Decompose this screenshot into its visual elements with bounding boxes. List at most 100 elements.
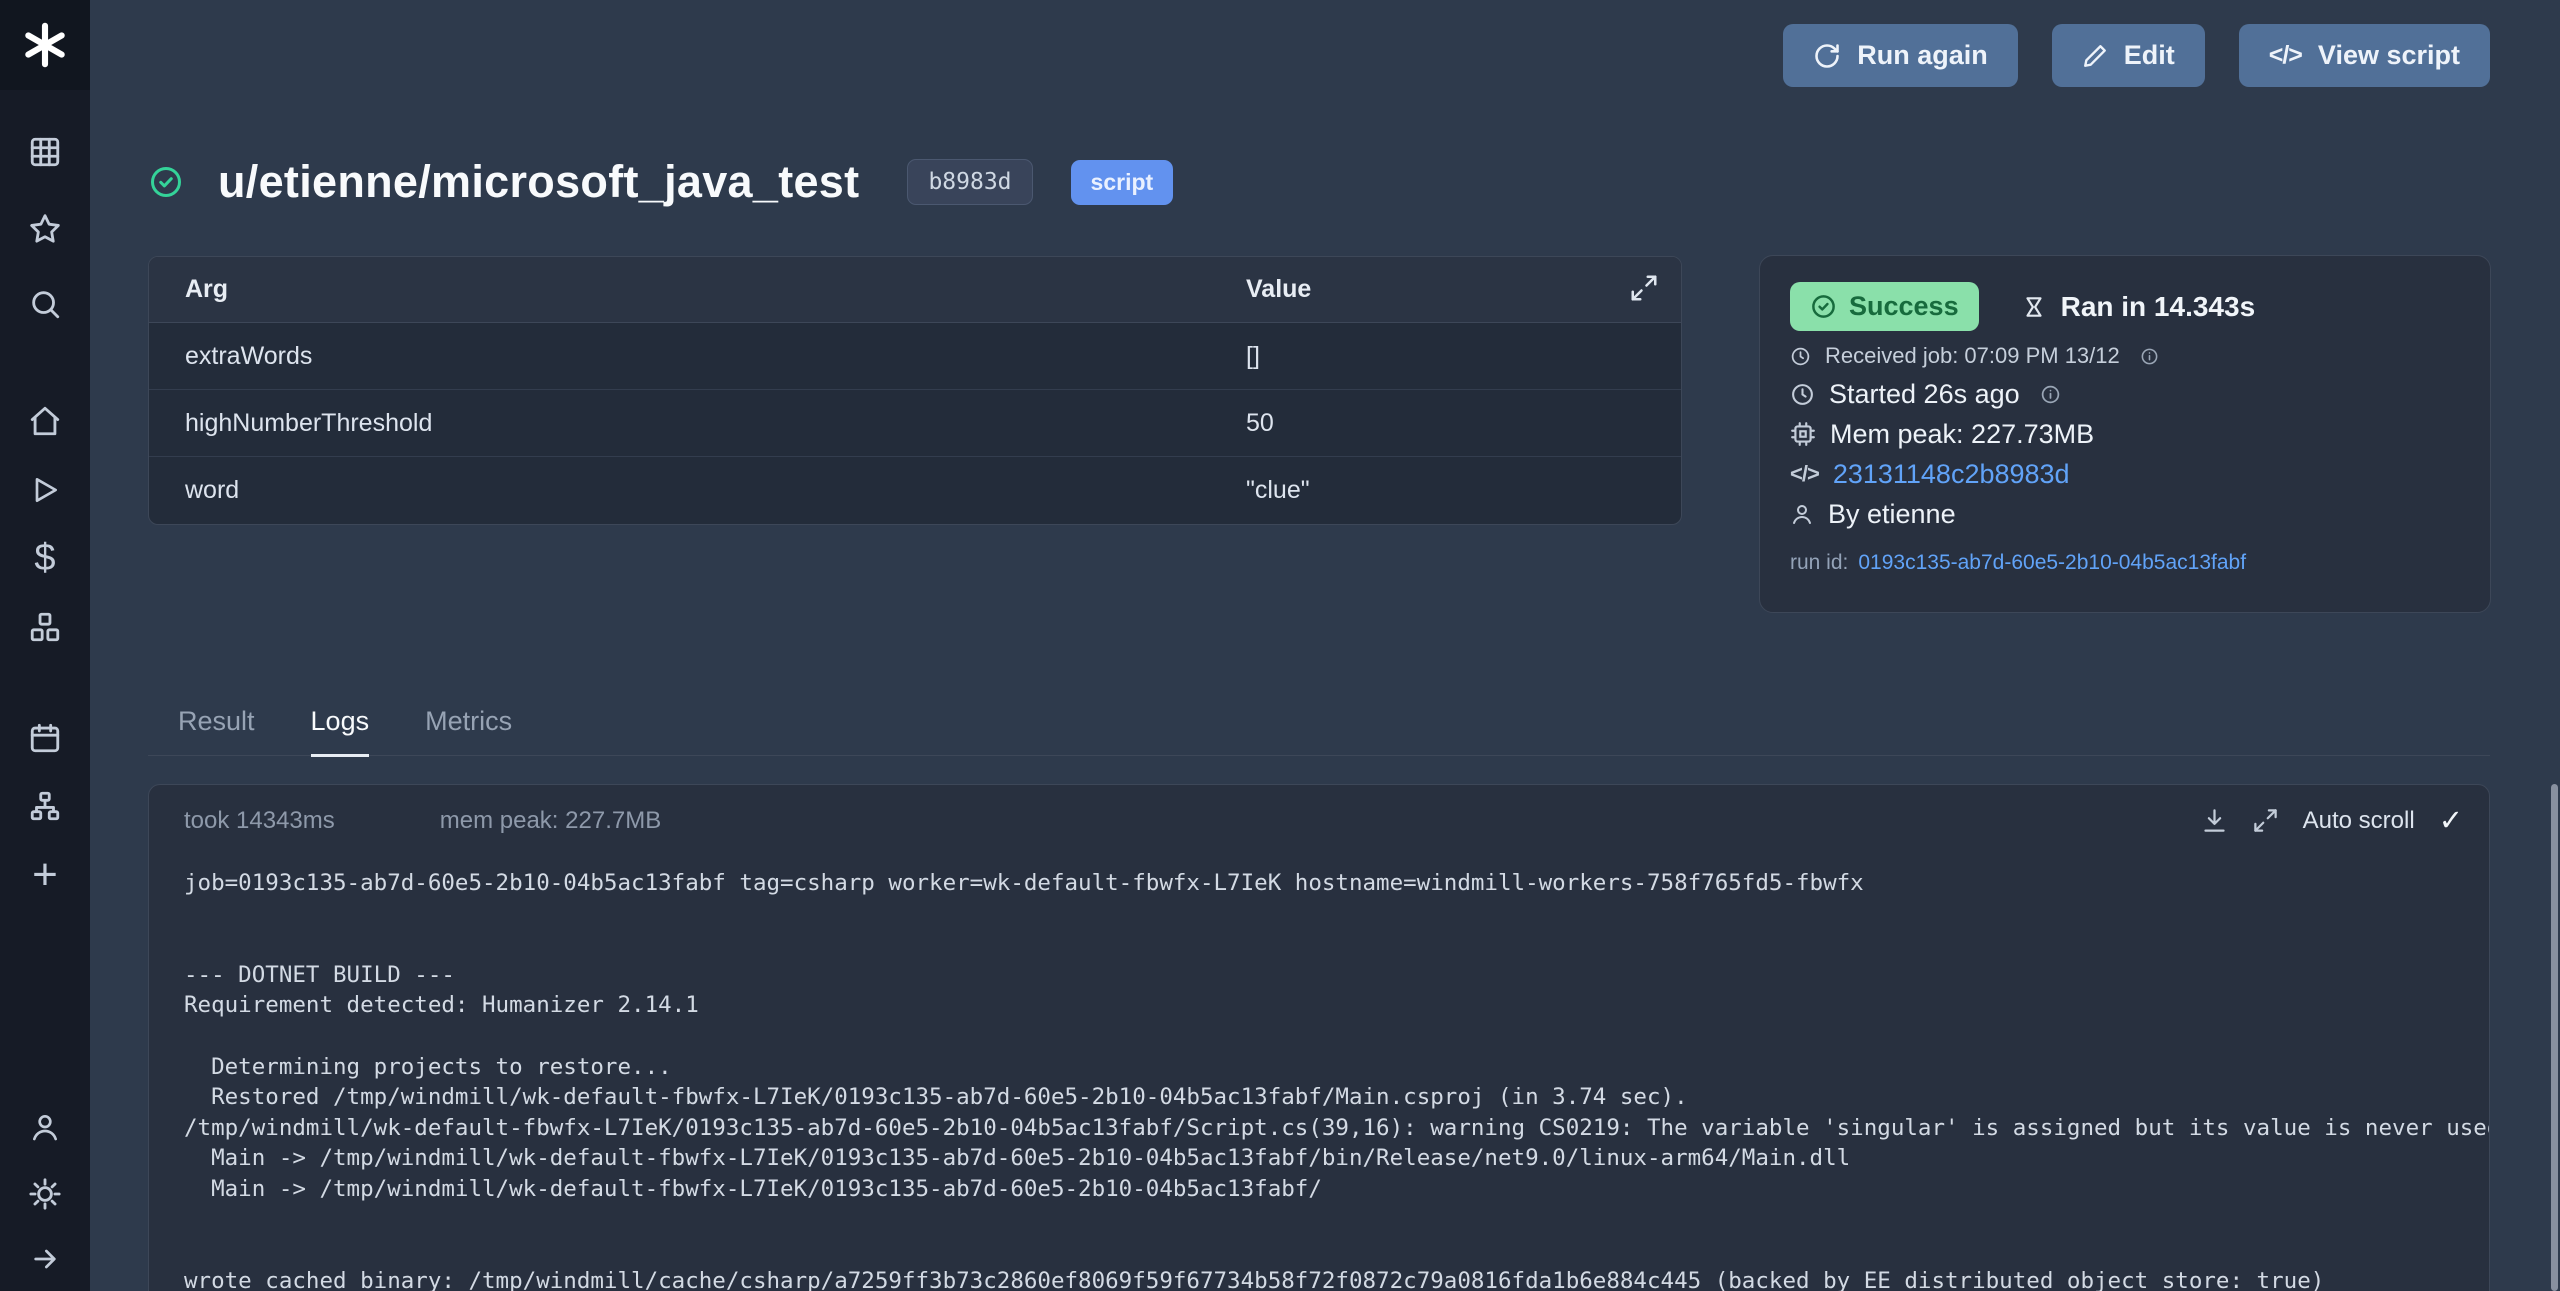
log-line: /tmp/windmill/wk-default-fbwfx-L7IeK/019… bbox=[184, 1113, 2489, 1144]
apps-grid-icon bbox=[28, 135, 62, 169]
info-icon[interactable] bbox=[2140, 347, 2159, 366]
mem-peak-row: Mem peak: 227.73MB bbox=[1790, 419, 2460, 449]
sidebar-item-schedules[interactable] bbox=[0, 708, 90, 768]
arg-name: highNumberThreshold bbox=[149, 409, 1246, 438]
log-line: Main -> /tmp/windmill/wk-default-fbwfx-L… bbox=[184, 1143, 2489, 1174]
logs-panel: took 14343ms mem peak: 227.7MB Auto scro… bbox=[148, 784, 2490, 1291]
sidebar-item-create[interactable]: + bbox=[0, 845, 90, 905]
gear-icon bbox=[28, 1177, 62, 1211]
sidebar-item-search[interactable] bbox=[0, 274, 90, 334]
sidebar: $ + bbox=[0, 0, 90, 1291]
expand-logs-button[interactable] bbox=[2252, 807, 2279, 834]
star-icon bbox=[28, 212, 62, 246]
maximize-icon bbox=[2252, 807, 2279, 834]
script-hash-row: </> 23131148c2b8983d bbox=[1790, 459, 2460, 489]
clock-icon bbox=[1790, 346, 1811, 367]
by-label: By etienne bbox=[1828, 499, 1956, 530]
log-line: Requirement detected: Humanizer 2.14.1 bbox=[184, 990, 2489, 1021]
code-icon: </> bbox=[1790, 461, 1819, 487]
duration: Ran in 14.343s bbox=[2021, 291, 2256, 323]
value-column-header: Value bbox=[1246, 275, 1311, 304]
autoscroll-label: Auto scroll bbox=[2303, 807, 2415, 835]
clock-icon bbox=[1790, 382, 1815, 407]
sidebar-item-expand[interactable] bbox=[0, 1229, 90, 1289]
search-icon bbox=[28, 287, 62, 321]
memory-chip-icon bbox=[1790, 421, 1816, 447]
download-icon bbox=[2201, 807, 2228, 834]
windmill-logo[interactable] bbox=[0, 0, 90, 90]
log-line: wrote cached binary: /tmp/windmill/cache… bbox=[184, 1266, 2489, 1291]
user-icon bbox=[1790, 502, 1814, 526]
mem-peak-label: Mem peak: 227.73MB bbox=[1830, 419, 2094, 450]
page-title: u/etienne/microsoft_java_test bbox=[218, 156, 859, 208]
status-card: Success Ran in 14.343s Received job: 07:… bbox=[1759, 255, 2491, 613]
plus-icon: + bbox=[32, 853, 58, 897]
expand-args-button[interactable] bbox=[1629, 273, 1659, 303]
log-line: Determining projects to restore... bbox=[184, 1052, 2489, 1083]
tab-metrics[interactable]: Metrics bbox=[425, 706, 512, 757]
mem-peak-header-label: mem peak: 227.7MB bbox=[440, 807, 661, 835]
run-id-row: run id: 0193c135-ab7d-60e5-2b10-04b5ac13… bbox=[1790, 551, 2460, 575]
arg-value: "clue" bbox=[1246, 476, 1310, 505]
status-row: Success Ran in 14.343s bbox=[1790, 282, 2460, 331]
script-hash-link[interactable]: 23131148c2b8983d bbox=[1833, 459, 2070, 490]
play-icon bbox=[29, 474, 61, 506]
took-label: took 14343ms bbox=[184, 807, 335, 835]
run-again-label: Run again bbox=[1857, 40, 1988, 71]
sidebar-item-resources[interactable] bbox=[0, 597, 90, 657]
page-scrollbar[interactable] bbox=[2551, 784, 2558, 1291]
sidebar-item-settings[interactable] bbox=[0, 1164, 90, 1224]
log-line bbox=[184, 1235, 2489, 1266]
sitemap-icon bbox=[28, 789, 62, 823]
home-icon bbox=[28, 404, 62, 438]
page-header: u/etienne/microsoft_java_test b8983d scr… bbox=[148, 150, 1173, 214]
view-script-label: View script bbox=[2318, 40, 2460, 71]
windmill-logo-icon bbox=[22, 22, 68, 68]
sidebar-item-user[interactable] bbox=[0, 1097, 90, 1157]
sidebar-item-apps[interactable] bbox=[0, 122, 90, 182]
run-again-button[interactable]: Run again bbox=[1783, 24, 2018, 87]
download-logs-button[interactable] bbox=[2201, 807, 2228, 834]
arg-name: word bbox=[149, 476, 1246, 505]
pencil-icon bbox=[2082, 43, 2108, 69]
log-line bbox=[184, 899, 2489, 930]
user-icon bbox=[29, 1111, 61, 1143]
status-label: Success bbox=[1849, 291, 1959, 322]
hash-badge: b8983d bbox=[907, 159, 1032, 205]
log-line: job=0193c135-ab7d-60e5-2b10-04b5ac13fabf… bbox=[184, 868, 2489, 899]
success-check-icon bbox=[148, 164, 184, 200]
code-icon: </> bbox=[2269, 41, 2302, 70]
run-id-link[interactable]: 0193c135-ab7d-60e5-2b10-04b5ac13fabf bbox=[1858, 551, 2246, 575]
args-table: Arg Value extraWords [] highNumberThresh… bbox=[148, 256, 1682, 525]
result-tabs: Result Logs Metrics bbox=[148, 706, 2490, 756]
toolbar: Run again Edit </> View script bbox=[1783, 24, 2490, 87]
received-row: Received job: 07:09 PM 13/12 bbox=[1790, 343, 2460, 369]
log-line: Main -> /tmp/windmill/wk-default-fbwfx-L… bbox=[184, 1174, 2489, 1205]
log-output: job=0193c135-ab7d-60e5-2b10-04b5ac13fabf… bbox=[149, 842, 2489, 1291]
arg-name: extraWords bbox=[149, 342, 1246, 371]
circle-check-icon bbox=[1810, 293, 1837, 320]
view-script-button[interactable]: </> View script bbox=[2239, 24, 2490, 87]
sidebar-item-home[interactable] bbox=[0, 391, 90, 451]
table-row: word "clue" bbox=[149, 457, 1681, 524]
duration-label: Ran in 14.343s bbox=[2061, 291, 2256, 323]
sidebar-item-runs[interactable] bbox=[0, 460, 90, 520]
log-line: Restored /tmp/windmill/wk-default-fbwfx-… bbox=[184, 1082, 2489, 1113]
hourglass-icon bbox=[2021, 294, 2047, 320]
refresh-icon bbox=[1813, 42, 1841, 70]
logs-actions: Auto scroll ✓ bbox=[2201, 803, 2463, 838]
table-row: extraWords [] bbox=[149, 323, 1681, 390]
sidebar-item-favorites[interactable] bbox=[0, 199, 90, 259]
sidebar-item-variables[interactable]: $ bbox=[0, 528, 90, 588]
job-run-page: { "colors": { "background": "#2e3a4c", "… bbox=[0, 0, 2560, 1291]
table-row: highNumberThreshold 50 bbox=[149, 390, 1681, 457]
args-table-header: Arg Value bbox=[149, 257, 1681, 323]
script-type-badge: script bbox=[1071, 160, 1174, 205]
tab-logs[interactable]: Logs bbox=[311, 706, 370, 757]
received-label: Received job: 07:09 PM 13/12 bbox=[1825, 343, 2120, 369]
autoscroll-checkbox[interactable]: ✓ bbox=[2439, 803, 2463, 838]
tab-result[interactable]: Result bbox=[178, 706, 255, 757]
info-icon[interactable] bbox=[2040, 384, 2061, 405]
sidebar-item-flows[interactable] bbox=[0, 776, 90, 836]
edit-button[interactable]: Edit bbox=[2052, 24, 2205, 87]
